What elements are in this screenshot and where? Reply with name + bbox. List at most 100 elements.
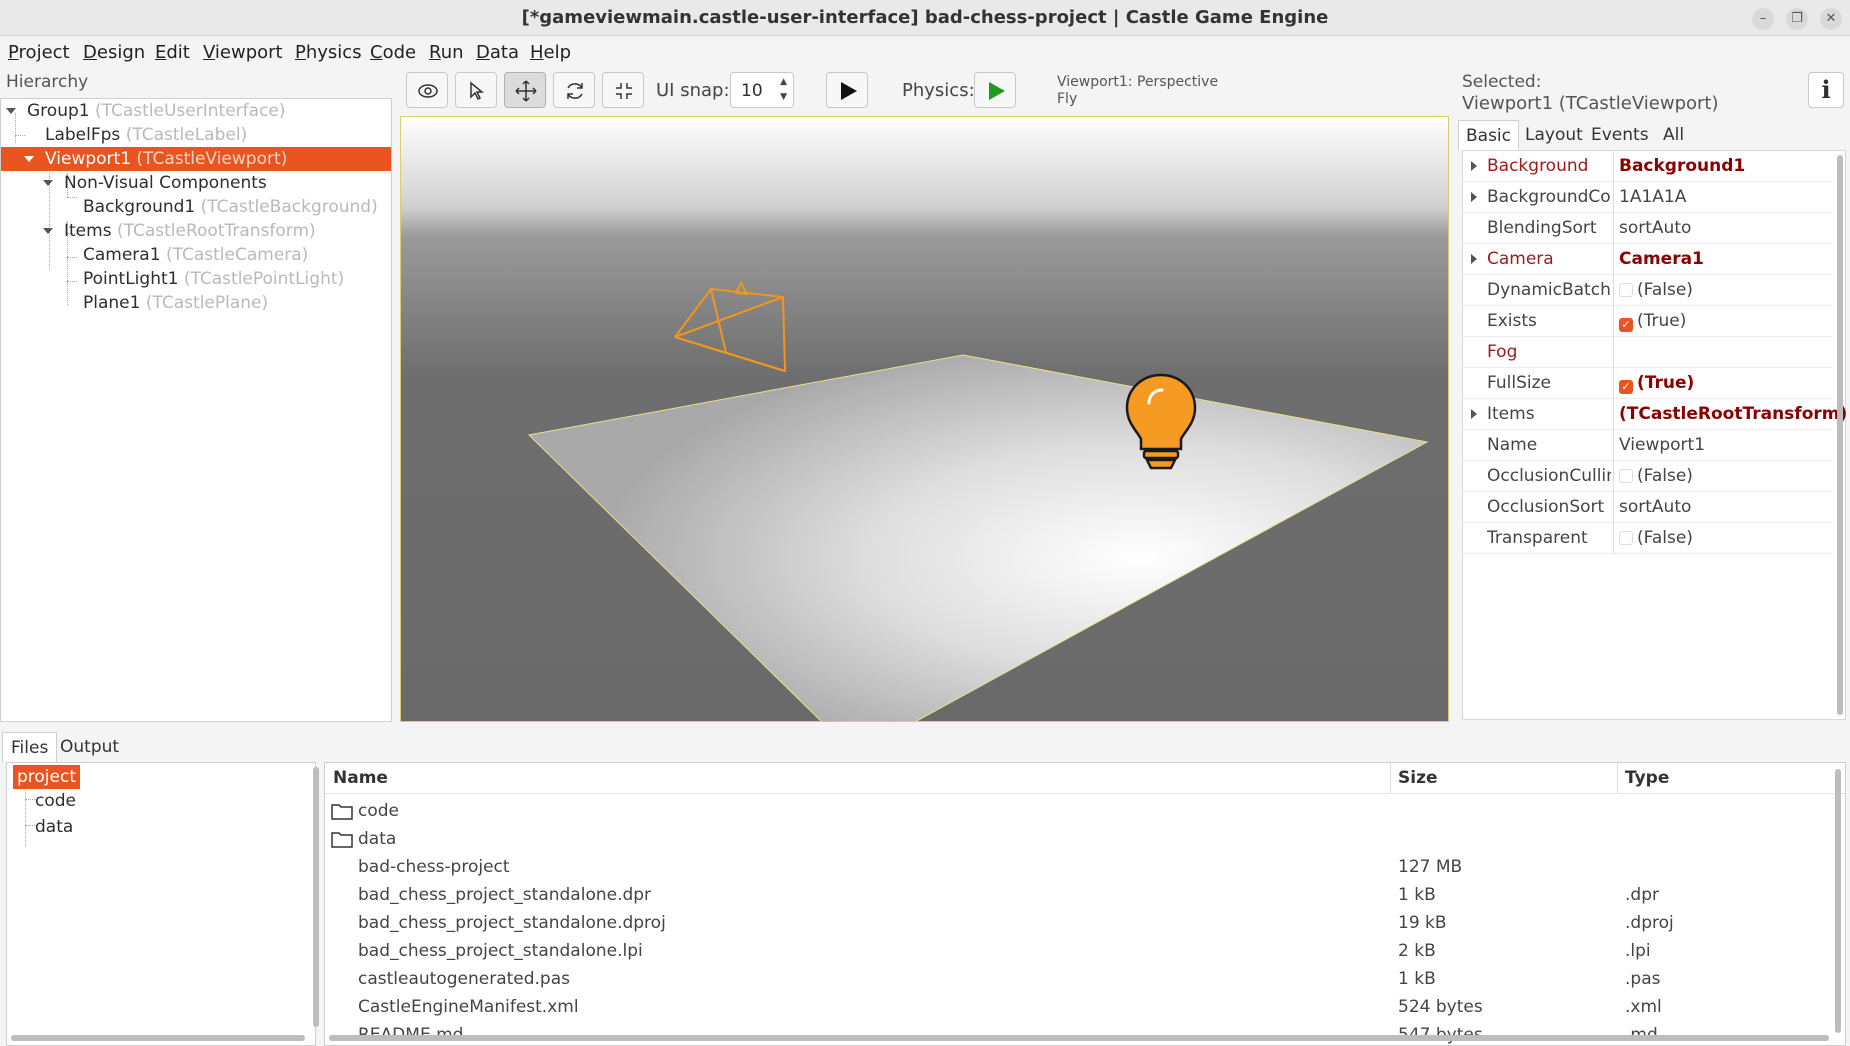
tree-item-camera1[interactable]: Camera1 (TCastleCamera)	[1, 243, 391, 267]
menu-code[interactable]: Code	[370, 42, 416, 63]
property-row-occlusionculling[interactable]: OcclusionCulling (False)	[1463, 461, 1833, 492]
translate-mode-button[interactable]	[504, 72, 546, 108]
folder-tree-scrollbar[interactable]	[313, 767, 319, 1027]
file-row[interactable]: bad_chess_project_standalone.dproj 19 kB.…	[325, 909, 1825, 937]
spin-up-icon[interactable]: ▲	[780, 77, 787, 87]
tree-guide-line	[25, 787, 26, 847]
ui-snap-spinbox[interactable]: 10 ▲ ▼	[730, 72, 794, 108]
move-arrows-icon	[515, 80, 537, 102]
hierarchy-tree[interactable]: Group1 (TCastleUserInterface) LabelFps (…	[0, 98, 392, 722]
checkbox-unchecked-icon[interactable]	[1619, 283, 1633, 297]
hierarchy-label: Hierarchy	[6, 72, 89, 92]
physics-play-button[interactable]	[974, 72, 1016, 108]
file-list-scrollbar[interactable]	[1835, 769, 1841, 1033]
scene-render[interactable]	[401, 117, 1449, 722]
file-row[interactable]: bad_chess_project_standalone.dpr 1 kB .dpr	[325, 881, 1825, 909]
scale-mode-button[interactable]	[602, 72, 644, 108]
menu-physics[interactable]: Physics	[295, 42, 362, 63]
property-row-fullsize[interactable]: FullSize (True)	[1463, 368, 1833, 399]
folder-tree-data[interactable]: data	[35, 815, 73, 839]
property-row-name[interactable]: Name Viewport1	[1463, 430, 1833, 461]
tab-output[interactable]: Output	[52, 732, 127, 762]
expand-arrow-icon[interactable]	[6, 108, 16, 114]
file-list[interactable]: Name Size Type code data bad-chess-proje…	[324, 762, 1846, 1046]
tree-item-items[interactable]: Items (TCastleRootTransform)	[1, 219, 391, 243]
property-grid-scrollbar[interactable]	[1837, 155, 1843, 715]
property-row-backgroundcolor[interactable]: BackgroundColor 1A1A1A	[1463, 182, 1833, 213]
tab-all[interactable]: All	[1656, 120, 1691, 150]
tab-files[interactable]: Files	[2, 732, 58, 762]
menu-data[interactable]: Data	[476, 42, 519, 63]
expand-arrow-icon[interactable]	[1471, 254, 1477, 264]
rotate-mode-button[interactable]	[553, 72, 595, 108]
select-mode-button[interactable]	[455, 72, 497, 108]
expand-arrow-icon[interactable]	[43, 228, 53, 234]
property-row-fog[interactable]: Fog	[1463, 337, 1833, 368]
project-folder-tree[interactable]: project code data	[6, 762, 319, 1046]
file-list-horizontal-scrollbar[interactable]	[329, 1035, 1829, 1041]
play-button[interactable]	[826, 72, 868, 108]
tree-item-plane1[interactable]: Plane1 (TCastlePlane)	[1, 291, 391, 315]
spin-down-icon[interactable]: ▼	[780, 92, 787, 102]
folder-tree-project[interactable]: project	[13, 765, 81, 789]
expand-arrow-icon[interactable]	[1471, 192, 1477, 202]
column-name-header[interactable]: Name	[333, 763, 388, 793]
column-divider[interactable]	[1617, 763, 1618, 793]
checkbox-unchecked-icon[interactable]	[1619, 531, 1633, 545]
menu-help[interactable]: Help	[530, 42, 571, 63]
menu-design[interactable]: Design	[83, 42, 145, 63]
folder-tree-code[interactable]: code	[35, 789, 76, 813]
property-row-items[interactable]: Items (TCastleRootTransform)	[1463, 399, 1847, 430]
tree-item-background1[interactable]: Background1 (TCastleBackground)	[1, 195, 391, 219]
folder-tree-horizontal-scrollbar[interactable]	[11, 1035, 305, 1041]
property-row-background[interactable]: Background Background1	[1463, 151, 1833, 182]
tree-item-group1[interactable]: Group1 (TCastleUserInterface)	[1, 99, 391, 123]
menu-run[interactable]: Run	[429, 42, 464, 63]
expand-arrow-icon[interactable]	[1471, 409, 1477, 419]
camera-gizmo-icon[interactable]	[674, 280, 787, 373]
menu-edit[interactable]: Edit	[155, 42, 190, 63]
menu-project[interactable]: Project	[8, 42, 70, 63]
file-row[interactable]: castleautogenerated.pas 1 kB .pas	[325, 965, 1825, 993]
property-row-camera[interactable]: Camera Camera1	[1463, 244, 1833, 275]
property-row-occlusionsort[interactable]: OcclusionSort sortAuto	[1463, 492, 1833, 523]
expand-arrow-icon[interactable]	[43, 180, 53, 186]
tab-events[interactable]: Events	[1584, 120, 1656, 150]
column-type-header[interactable]: Type	[1625, 763, 1669, 793]
tree-item-viewport1[interactable]: Viewport1 (TCastleViewport)	[1, 147, 391, 171]
property-row-dynamicbatching[interactable]: DynamicBatching (False)	[1463, 275, 1833, 306]
file-row[interactable]: bad_chess_project_standalone.lpi 2 kB .lpi	[325, 937, 1825, 965]
checkbox-unchecked-icon[interactable]	[1619, 469, 1633, 483]
tree-item-labelfps[interactable]: LabelFps (TCastleLabel)	[1, 123, 391, 147]
interact-mode-button[interactable]	[406, 72, 448, 108]
file-row[interactable]: data	[325, 825, 1825, 853]
property-row-blendingsort[interactable]: BlendingSort sortAuto	[1463, 213, 1833, 244]
file-row[interactable]: README.md547 bytes.md	[325, 1021, 1825, 1045]
tree-item-non-visual-components[interactable]: Non-Visual Components	[1, 171, 391, 195]
file-row[interactable]: code	[325, 797, 1825, 825]
ui-snap-value[interactable]: 10	[741, 81, 763, 101]
menu-viewport[interactable]: Viewport	[203, 42, 283, 63]
property-row-transparent[interactable]: Transparent (False)	[1463, 523, 1833, 554]
file-row[interactable]: bad-chess-project 127 MB	[325, 853, 1825, 881]
column-size-header[interactable]: Size	[1398, 763, 1438, 793]
plane-mesh[interactable]	[527, 354, 1429, 722]
scale-icon	[616, 83, 632, 99]
column-divider[interactable]	[1390, 763, 1391, 793]
expand-arrow-icon[interactable]	[24, 156, 34, 162]
checkbox-checked-icon[interactable]	[1619, 380, 1633, 394]
tab-basic[interactable]: Basic	[1458, 120, 1520, 150]
viewport-navigation-info: Fly	[1057, 91, 1078, 107]
property-grid[interactable]: Background Background1 BackgroundColor 1…	[1462, 150, 1847, 720]
3d-viewport[interactable]	[400, 116, 1449, 722]
expand-arrow-icon[interactable]	[1471, 161, 1477, 171]
file-row[interactable]: CastleEngineManifest.xml 524 bytes .xml	[325, 993, 1825, 1021]
close-button[interactable]: ✕	[1820, 8, 1842, 30]
info-button[interactable]: i	[1808, 72, 1844, 108]
minimize-button[interactable]: –	[1752, 8, 1774, 30]
tab-layout[interactable]: Layout	[1518, 120, 1590, 150]
tree-item-pointlight1[interactable]: PointLight1 (TCastlePointLight)	[1, 267, 391, 291]
property-row-exists[interactable]: Exists (True)	[1463, 306, 1833, 337]
maximize-button[interactable]: ❐	[1786, 8, 1808, 30]
checkbox-checked-icon[interactable]	[1619, 318, 1633, 332]
